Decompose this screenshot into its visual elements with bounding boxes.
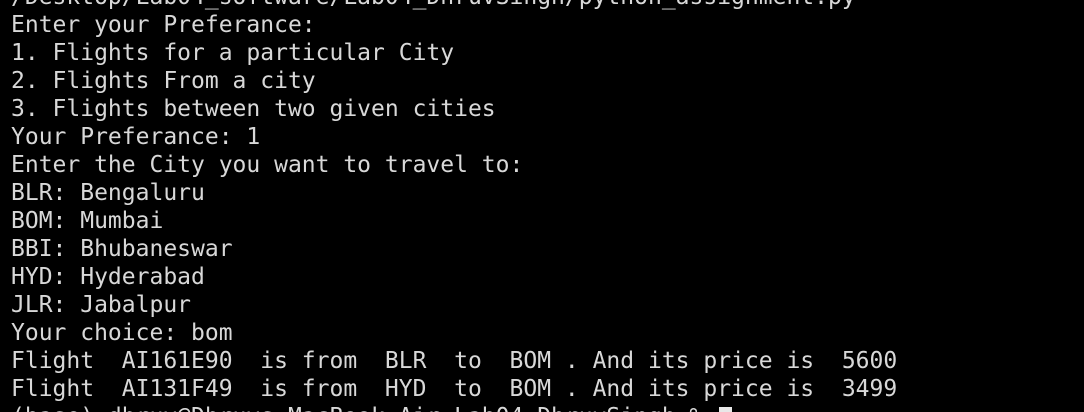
terminal-output: /Desktop/Lab04_software/Lab04_DhruvSingh… bbox=[11, 0, 1084, 412]
preference-prompt-line: Enter your Preferance: bbox=[11, 12, 316, 38]
city-option-bbi: BBI: Bhubaneswar bbox=[11, 236, 233, 262]
flight-result-2: Flight AI131F49 is from HYD to BOM . And… bbox=[11, 376, 898, 402]
terminal-window[interactable]: /Desktop/Lab04_software/Lab04_DhruvSingh… bbox=[0, 0, 1084, 412]
shell-prompt-text: (base) dhruv@Dhruvs-MacBook-Air Lab04_Dh… bbox=[11, 404, 717, 412]
city-option-hyd: HYD: Hyderabad bbox=[11, 264, 205, 290]
menu-option-2: 2. Flights From a city bbox=[11, 68, 316, 94]
city-option-blr: BLR: Bengaluru bbox=[11, 180, 205, 206]
city-option-bom: BOM: Mumbai bbox=[11, 208, 164, 234]
shell-prompt-line[interactable]: (base) dhruv@Dhruvs-MacBook-Air Lab04_Dh… bbox=[11, 403, 1084, 412]
text-cursor bbox=[719, 407, 733, 412]
menu-option-1: 1. Flights for a particular City bbox=[11, 40, 455, 66]
preference-answer-line: Your Preferance: 1 bbox=[11, 124, 261, 150]
script-path-line: /Desktop/Lab04_software/Lab04_DhruvSingh… bbox=[11, 0, 1084, 11]
choice-answer-line: Your choice: bom bbox=[11, 320, 233, 346]
city-option-jlr: JLR: Jabalpur bbox=[11, 292, 192, 318]
flight-result-1: Flight AI161E90 is from BLR to BOM . And… bbox=[11, 348, 898, 374]
menu-option-3: 3. Flights between two given cities bbox=[11, 96, 496, 122]
city-prompt-line: Enter the City you want to travel to: bbox=[11, 152, 524, 178]
